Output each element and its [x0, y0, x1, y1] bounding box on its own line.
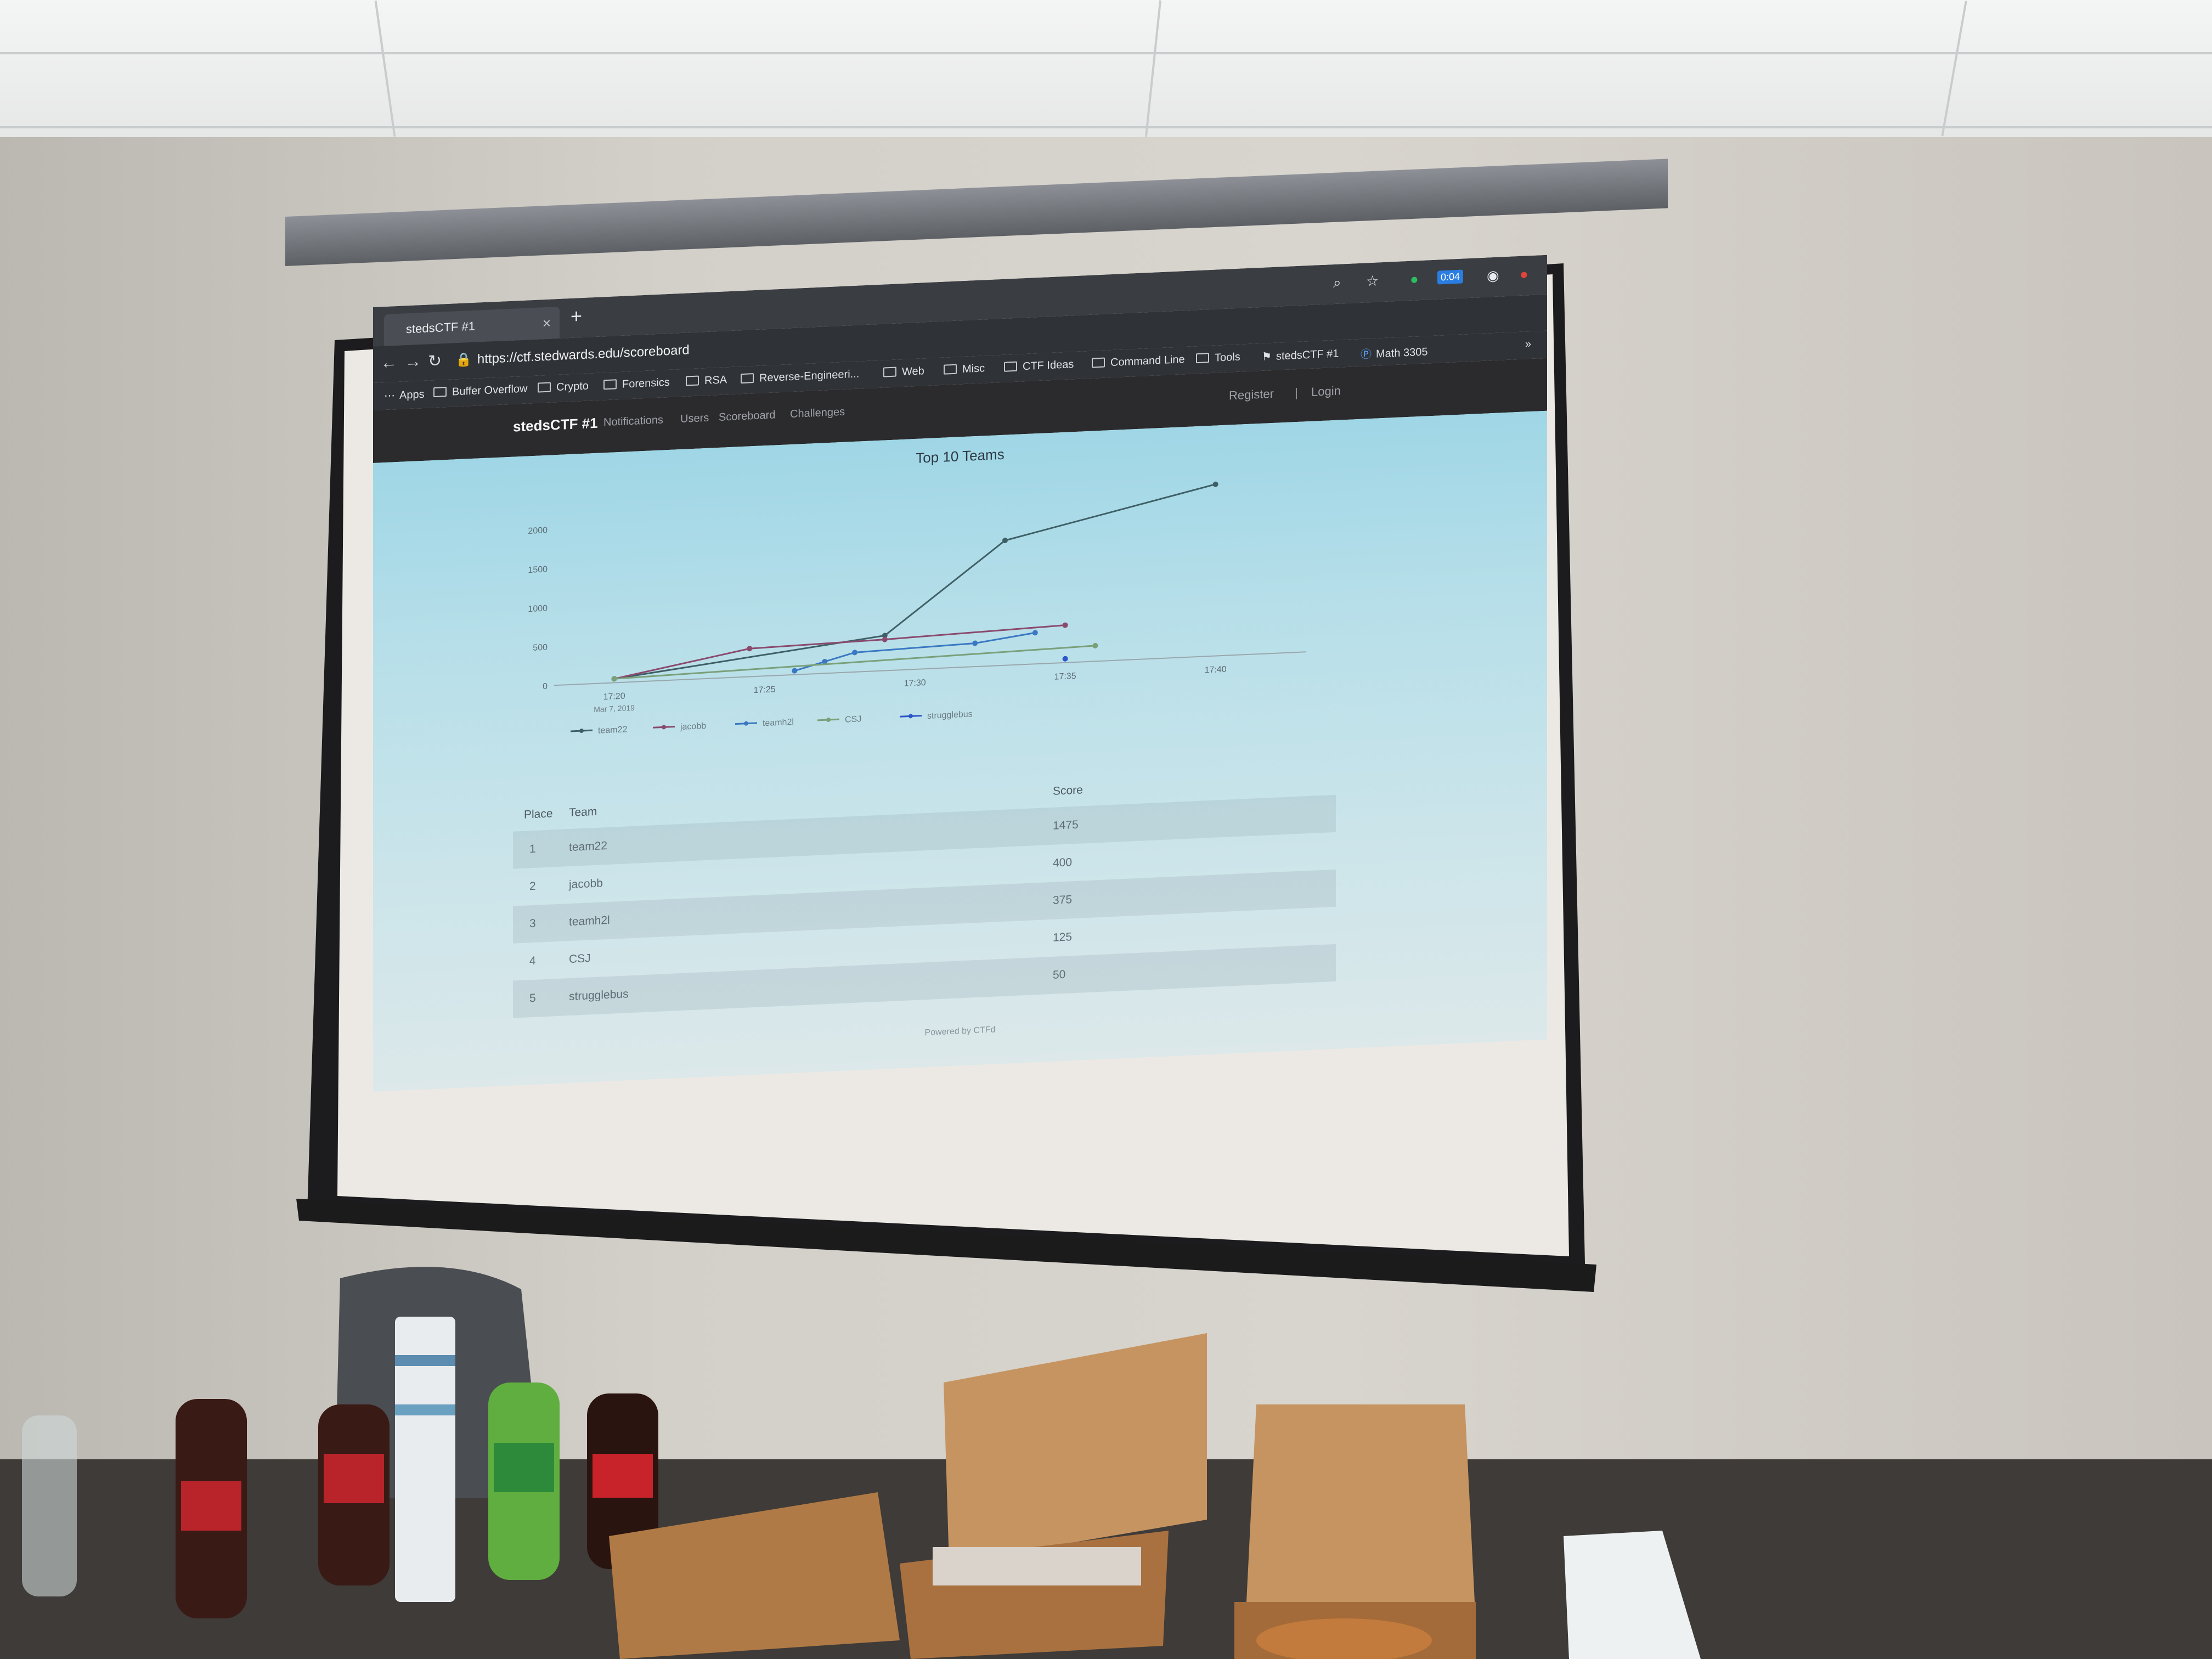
pizza-boxes [609, 1333, 1476, 1659]
foreground-objects [22, 1267, 1701, 1659]
tissue-box [1564, 1531, 1701, 1659]
soda-bottles [22, 1383, 658, 1618]
cup-stack [395, 1317, 455, 1602]
